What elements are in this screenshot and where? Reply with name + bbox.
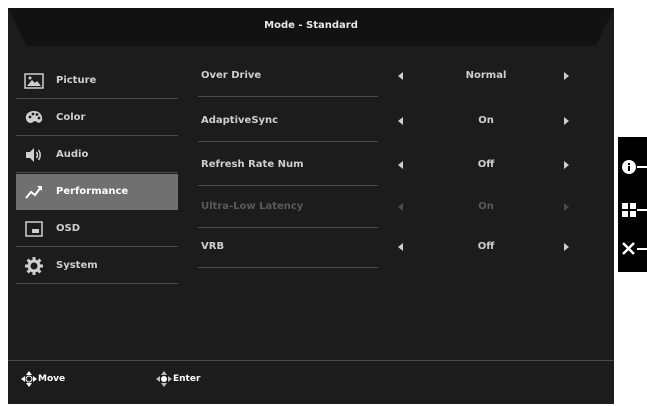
setting-name: Over Drive	[201, 70, 262, 81]
sidebar-item-osd[interactable]: OSD	[16, 211, 178, 247]
divider	[198, 227, 378, 228]
sidebar-item-label: Performance	[56, 186, 129, 197]
move-nav-icon	[21, 371, 37, 387]
enter-nav-icon	[156, 371, 172, 387]
setting-name: Ultra-Low Latency	[201, 201, 304, 212]
palette-icon	[25, 111, 43, 123]
sidebar-item-picture[interactable]: Picture	[16, 63, 178, 99]
sidebar-item-color[interactable]: Color	[16, 100, 178, 136]
move-label: Move	[38, 374, 66, 384]
divider	[16, 135, 178, 136]
divider	[16, 283, 178, 284]
setting-value: Normal	[465, 70, 507, 81]
setting-name: Refresh Rate Num	[201, 159, 304, 170]
setting-over-drive[interactable]: Over Drive Normal	[198, 63, 608, 99]
sidebar-item-performance[interactable]: Performance	[16, 174, 178, 210]
setting-ultra-low-latency: Ultra-Low Latency On	[198, 194, 608, 230]
sidebar-item-audio[interactable]: Audio	[16, 137, 178, 173]
divider	[198, 141, 378, 142]
setting-name: VRB	[201, 241, 225, 252]
footer-divider	[8, 360, 614, 361]
sidebar-item-label: Audio	[56, 149, 89, 160]
speaker-icon	[26, 148, 41, 162]
osd-menu: Mode - Standard Picture Color Audio Perf…	[8, 8, 614, 404]
performance-icon	[25, 186, 42, 199]
gear-icon	[25, 257, 43, 275]
picture-icon	[24, 73, 44, 89]
enter-label: Enter	[173, 374, 201, 384]
divider	[16, 246, 178, 247]
divider	[198, 96, 378, 97]
setting-vrb[interactable]: VRB Off	[198, 234, 608, 270]
setting-refresh-rate-num[interactable]: Refresh Rate Num Off	[198, 152, 608, 188]
grid-button[interactable]	[618, 198, 647, 220]
divider	[16, 172, 178, 173]
setting-value: On	[478, 115, 494, 126]
osd-window-icon	[25, 221, 43, 237]
right-arrow-icon[interactable]	[564, 161, 569, 169]
right-arrow-icon	[564, 203, 569, 211]
left-arrow-icon[interactable]	[398, 243, 403, 251]
divider	[198, 267, 378, 268]
sidebar-item-label: Picture	[56, 75, 97, 86]
left-arrow-icon[interactable]	[398, 161, 403, 169]
setting-adaptivesync[interactable]: AdaptiveSync On	[198, 108, 608, 144]
sidebar-item-label: OSD	[56, 223, 81, 234]
mode-title: Mode - Standard	[264, 20, 358, 31]
left-arrow-icon[interactable]	[398, 72, 403, 80]
setting-value: Off	[477, 241, 495, 252]
close-icon	[622, 242, 647, 255]
right-arrow-icon[interactable]	[564, 117, 569, 125]
setting-value: Off	[477, 159, 495, 170]
side-button-panel	[618, 137, 647, 272]
sidebar-item-label: System	[56, 260, 98, 271]
left-arrow-icon[interactable]	[398, 117, 403, 125]
close-button[interactable]	[618, 237, 647, 259]
osd-header: Mode - Standard	[8, 8, 614, 46]
right-arrow-icon[interactable]	[564, 72, 569, 80]
sidebar-item-system[interactable]: System	[16, 248, 178, 284]
setting-name: AdaptiveSync	[201, 115, 279, 126]
divider	[198, 185, 378, 186]
setting-value: On	[478, 201, 494, 212]
sidebar-item-label: Color	[56, 112, 86, 123]
grid-icon	[622, 203, 647, 217]
left-arrow-icon	[398, 203, 403, 211]
divider	[16, 98, 178, 99]
right-arrow-icon[interactable]	[564, 243, 569, 251]
info-icon	[622, 160, 647, 174]
info-button[interactable]	[618, 155, 647, 177]
